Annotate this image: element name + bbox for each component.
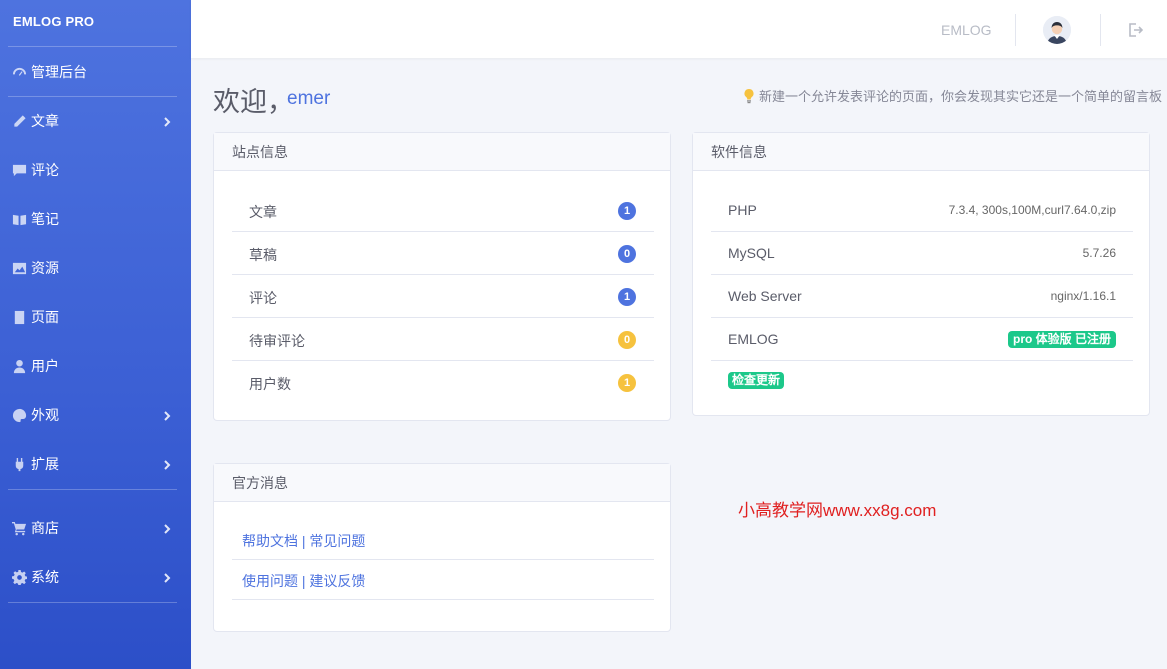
card-title: 官方消息 xyxy=(214,464,670,502)
row-value: nginx/1.16.1 xyxy=(1050,289,1116,303)
row-value: 7.3.4, 300s,100M,curl7.64.0,zip xyxy=(948,203,1116,217)
list-item: Web Server nginx/1.16.1 xyxy=(711,275,1133,318)
list-item: EMLOG pro 体验版 已注册 xyxy=(711,318,1133,361)
sidebar-item-store[interactable]: 商店 xyxy=(0,508,191,548)
dashboard-icon xyxy=(10,63,28,81)
divider xyxy=(1015,14,1016,46)
row-label: 用户数 xyxy=(249,376,291,392)
palette-icon xyxy=(10,406,28,424)
sidebar-item-label: 笔记 xyxy=(31,211,59,227)
card-title: 站点信息 xyxy=(214,133,670,171)
row-label: 文章 xyxy=(249,204,277,220)
logout-icon[interactable] xyxy=(1127,22,1144,38)
count-badge: 1 xyxy=(618,288,636,306)
list-item[interactable]: 文章 1 xyxy=(232,189,654,232)
chevron-right-icon xyxy=(161,409,173,421)
row-value: 5.7.26 xyxy=(1082,246,1116,260)
comment-icon xyxy=(10,161,28,179)
list-item[interactable]: 用户数 1 xyxy=(232,361,654,404)
tip: 新建一个允许发表评论的页面，你会发现其实它还是一个简单的留言板 xyxy=(742,86,1162,105)
row-label: EMLOG xyxy=(728,331,779,347)
note-icon xyxy=(10,210,28,228)
card-title: 软件信息 xyxy=(693,133,1149,171)
divider xyxy=(8,46,177,47)
row-label: MySQL xyxy=(728,245,775,261)
count-badge: 0 xyxy=(618,245,636,263)
sidebar-item-label: 资源 xyxy=(31,260,59,276)
sidebar-item-comments[interactable]: 评论 xyxy=(0,150,191,190)
brand-logo[interactable]: EMLOG PRO xyxy=(13,14,94,29)
list-item: PHP 7.3.4, 300s,100M,curl7.64.0,zip xyxy=(711,189,1133,232)
avatar[interactable] xyxy=(1043,16,1071,44)
list-item: MySQL 5.7.26 xyxy=(711,232,1133,275)
divider xyxy=(8,602,177,603)
sidebar-item-appearance[interactable]: 外观 xyxy=(0,395,191,435)
site-link[interactable]: EMLOG xyxy=(941,22,992,38)
feedback-link[interactable]: 建议反馈 xyxy=(309,573,365,589)
chevron-right-icon xyxy=(161,571,173,583)
list-item[interactable]: 草稿 0 xyxy=(232,232,654,275)
sidebar-item-extensions[interactable]: 扩展 xyxy=(0,444,191,484)
divider xyxy=(8,489,177,490)
row-label: 评论 xyxy=(249,290,277,306)
gear-icon xyxy=(10,568,28,586)
row-label: 草稿 xyxy=(249,247,277,263)
user-icon xyxy=(10,357,28,375)
sidebar-item-label: 评论 xyxy=(31,162,59,178)
list-item: 帮助文档 | 常见问题 xyxy=(232,520,654,560)
help-docs-link[interactable]: 帮助文档 xyxy=(242,533,298,549)
divider xyxy=(8,96,177,97)
sidebar-item-system[interactable]: 系统 xyxy=(0,557,191,597)
sidebar-item-dashboard[interactable]: 管理后台 xyxy=(0,52,191,92)
page-icon xyxy=(10,308,28,326)
row-label: Web Server xyxy=(728,288,802,304)
cart-icon xyxy=(10,519,28,537)
sidebar-item-label: 页面 xyxy=(31,309,59,325)
count-badge: 1 xyxy=(618,374,636,392)
link-separator: | xyxy=(298,573,310,589)
license-badge[interactable]: pro 体验版 已注册 xyxy=(1008,331,1116,348)
plug-icon xyxy=(10,455,28,473)
watermark-text: 小高教学网www.xx8g.com xyxy=(738,501,937,520)
count-badge: 0 xyxy=(618,331,636,349)
sidebar-item-articles[interactable]: 文章 xyxy=(0,101,191,141)
faq-link[interactable]: 常见问题 xyxy=(309,533,365,549)
list-item: 使用问题 | 建议反馈 xyxy=(232,560,654,600)
software-info-card: 软件信息 PHP 7.3.4, 300s,100M,curl7.64.0,zip… xyxy=(692,132,1150,416)
sidebar-item-label: 扩展 xyxy=(31,456,59,472)
row-label: PHP xyxy=(728,202,757,218)
divider xyxy=(1100,14,1101,46)
sidebar-item-label: 用户 xyxy=(31,358,59,374)
chevron-right-icon xyxy=(161,458,173,470)
official-news-card: 官方消息 帮助文档 | 常见问题 使用问题 | 建议反馈 xyxy=(213,463,671,632)
sidebar-item-label: 文章 xyxy=(31,113,59,129)
lightbulb-icon xyxy=(744,88,754,103)
page-title: 欢迎， xyxy=(213,87,294,117)
sidebar: EMLOG PRO 管理后台 文章 评论 笔记 资源 页面 用户 外观 扩展 商… xyxy=(0,0,191,669)
sidebar-item-label: 外观 xyxy=(31,407,59,423)
sidebar-item-users[interactable]: 用户 xyxy=(0,346,191,386)
sidebar-item-pages[interactable]: 页面 xyxy=(0,297,191,337)
row-label: 待审评论 xyxy=(249,333,305,349)
list-item[interactable]: 评论 1 xyxy=(232,275,654,318)
username: emer xyxy=(287,88,331,109)
check-update-button[interactable]: 检查更新 xyxy=(728,372,785,389)
link-separator: | xyxy=(298,533,310,549)
list-item[interactable]: 待审评论 0 xyxy=(232,318,654,361)
chevron-right-icon xyxy=(161,115,173,127)
pencil-icon xyxy=(10,112,28,130)
sidebar-item-label: 管理后台 xyxy=(31,64,87,80)
topbar: EMLOG xyxy=(191,0,1167,58)
tip-text: 新建一个允许发表评论的页面，你会发现其实它还是一个简单的留言板 xyxy=(759,89,1163,104)
image-icon xyxy=(10,259,28,277)
sidebar-item-label: 系统 xyxy=(31,569,59,585)
sidebar-item-notes[interactable]: 笔记 xyxy=(0,199,191,239)
usage-issues-link[interactable]: 使用问题 xyxy=(242,573,298,589)
count-badge: 1 xyxy=(618,202,636,220)
sidebar-item-label: 商店 xyxy=(31,520,59,536)
sidebar-item-resources[interactable]: 资源 xyxy=(0,248,191,288)
chevron-right-icon xyxy=(161,522,173,534)
site-info-card: 站点信息 文章 1 草稿 0 评论 1 待审评论 0 用户数 1 xyxy=(213,132,671,421)
